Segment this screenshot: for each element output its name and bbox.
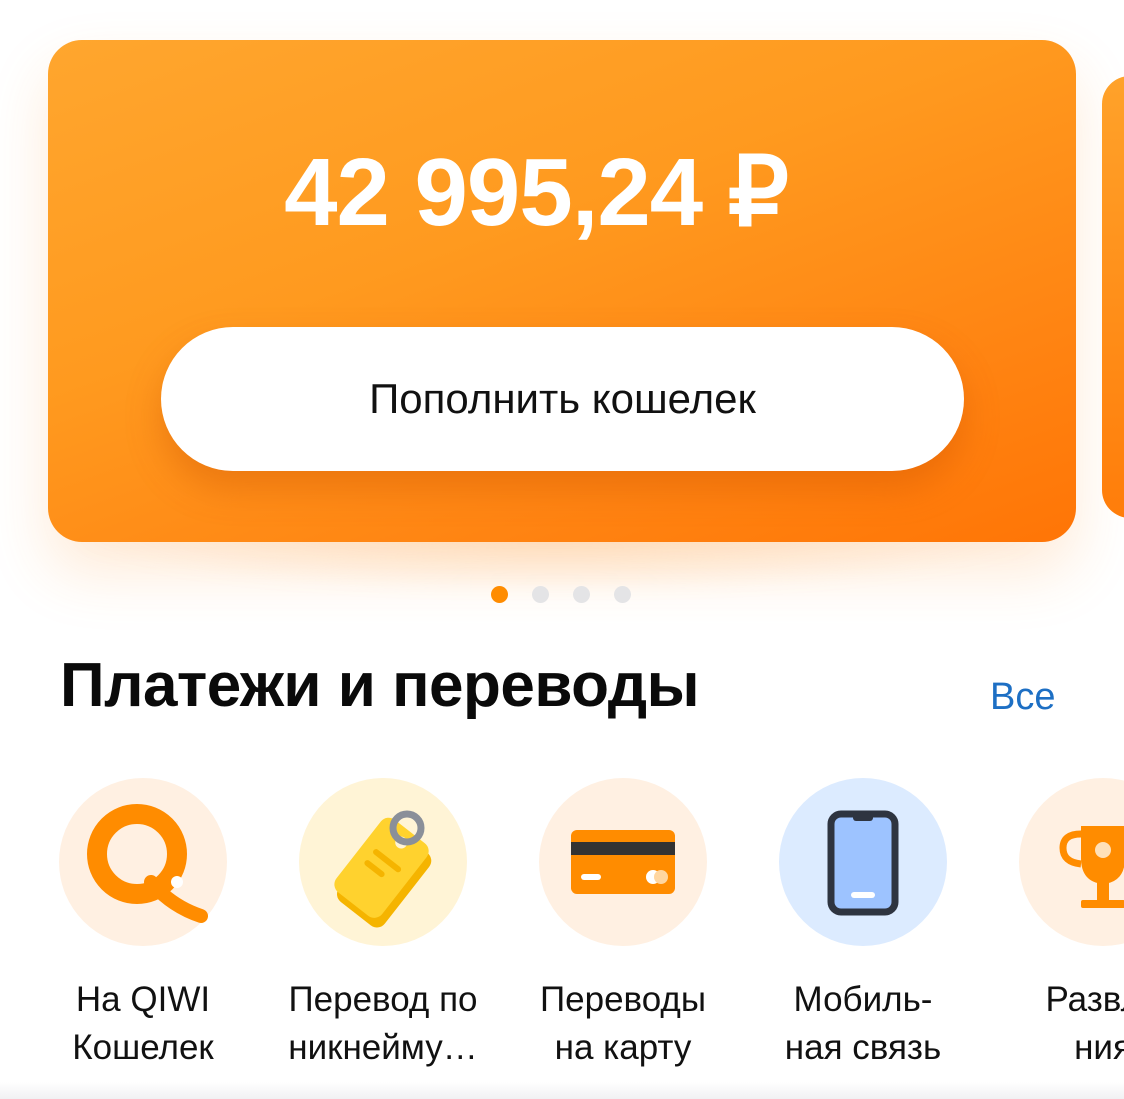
- section-title: Платежи и переводы: [60, 651, 700, 720]
- price-tag-icon: [299, 778, 467, 946]
- balance-amount: 42 995,24 ₽: [0, 138, 1124, 248]
- bottom-divider: [0, 1082, 1124, 1099]
- pager-dot-active[interactable]: [491, 586, 508, 603]
- balance-amount-text: 42 995,24 ₽: [284, 139, 789, 246]
- quick-action-card-transfer[interactable]: Переводы на карту: [503, 778, 743, 1072]
- qiwi-logo-icon: [59, 778, 227, 946]
- quick-action-qiwi-wallet[interactable]: На QIWI Кошелек: [23, 778, 263, 1072]
- quick-action-label: Мобиль- ная связь: [784, 980, 942, 1067]
- see-all-link[interactable]: Все: [990, 676, 1055, 719]
- wallet-screen: 42 995,24 ₽ Пополнить кошелек Платежи и …: [0, 0, 1124, 1099]
- mobile-phone-icon: [779, 778, 947, 946]
- pager-dot[interactable]: [573, 586, 590, 603]
- quick-action-mobile[interactable]: Мобиль- ная связь: [743, 778, 983, 1072]
- card-pager: [491, 586, 631, 603]
- quick-action-label: Перевод по никнейму…: [288, 980, 478, 1067]
- quick-action-entertainment[interactable]: Развле ния: [983, 778, 1124, 1072]
- quick-action-label: Переводы на карту: [539, 980, 707, 1067]
- quick-action-label: На QIWI Кошелек: [72, 980, 214, 1067]
- bank-card-icon: [539, 778, 707, 946]
- topup-wallet-button[interactable]: Пополнить кошелек: [161, 327, 964, 471]
- pager-dot[interactable]: [614, 586, 631, 603]
- quick-action-nickname-transfer[interactable]: Перевод по никнейму…: [263, 778, 503, 1072]
- pager-dot[interactable]: [532, 586, 549, 603]
- quick-action-label: Развле ния: [1045, 980, 1124, 1067]
- trophy-icon: [1019, 778, 1124, 946]
